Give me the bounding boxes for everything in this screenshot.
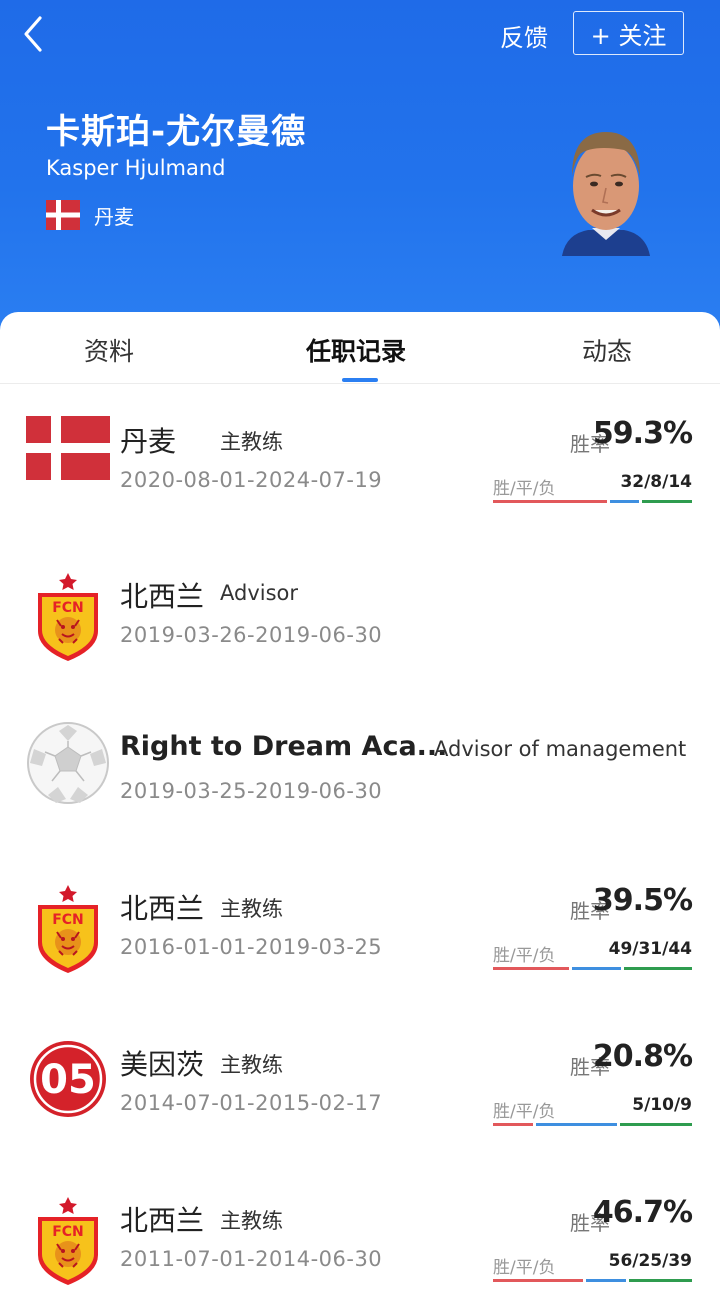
role-label: 主教练 [220, 1053, 283, 1077]
wdl-label: 胜/平/负 [493, 946, 556, 966]
career-record[interactable]: 05 美因茨 主教练 2014-07-01-2015-02-17 胜率 20.8… [0, 1039, 720, 1159]
back-button[interactable] [18, 14, 54, 54]
win-segment [493, 1123, 534, 1126]
active-tab-indicator [342, 378, 378, 382]
wdl-label: 胜/平/负 [493, 1258, 556, 1278]
draw-segment [536, 1123, 617, 1126]
denmark-flag-icon [46, 200, 80, 230]
soccer-ball-icon [26, 722, 110, 811]
win-segment [493, 967, 570, 970]
chevron-left-icon [24, 16, 42, 52]
fc-nordsjaelland-crest-icon [26, 1195, 110, 1286]
win-rate-value: 39.5% [592, 883, 693, 918]
tab-bar: 资料 任职记录 动态 [0, 312, 720, 384]
career-record[interactable]: 北西兰 主教练 2016-01-01-2019-03-25 胜率 39.5% 胜… [0, 883, 720, 1003]
wdl-bar [493, 500, 692, 503]
team-name: 北西兰 [120, 1204, 205, 1237]
wdl-value: 56/25/39 [608, 1251, 692, 1271]
team-name: Right to Dream Aca... [120, 731, 448, 762]
tab-news[interactable]: 动态 [582, 332, 632, 368]
wdl-bar [493, 1279, 692, 1282]
fc-nordsjaelland-crest-icon [26, 571, 110, 662]
tenure-dates: 2016-01-01-2019-03-25 [120, 935, 383, 959]
svg-text:05: 05 [40, 1057, 96, 1103]
career-record[interactable]: 丹麦 主教练 2020-08-01-2024-07-19 胜率 59.3% 胜/… [0, 416, 720, 536]
career-record[interactable]: 北西兰 Advisor 2019-03-26-2019-06-30 [0, 571, 720, 691]
role-label: 主教练 [220, 430, 283, 454]
role-label: 主教练 [220, 1209, 283, 1233]
follow-button[interactable]: + 关注 [573, 11, 684, 55]
fc-nordsjaelland-crest-icon [26, 883, 110, 974]
tenure-dates: 2011-07-01-2014-06-30 [120, 1247, 383, 1271]
wdl-label: 胜/平/负 [493, 479, 556, 499]
tenure-dates: 2020-08-01-2024-07-19 [120, 468, 383, 492]
role-label: Advisor of management [434, 737, 687, 761]
career-record[interactable]: 北西兰 主教练 2011-07-01-2014-06-30 胜率 46.7% 胜… [0, 1195, 720, 1304]
content-panel: 资料 任职记录 动态 丹麦 主教练 2020-08-01-2024-07-19 … [0, 312, 720, 1304]
role-label: Advisor [220, 581, 299, 605]
draw-segment [610, 500, 639, 503]
tenure-dates: 2019-03-26-2019-06-30 [120, 623, 383, 647]
coach-name-chinese: 卡斯珀-尤尔曼德 [46, 112, 307, 152]
win-segment [493, 500, 608, 503]
team-name: 丹麦 [120, 425, 177, 458]
win-rate-value: 20.8% [592, 1039, 693, 1074]
win-rate-value: 59.3% [592, 416, 693, 451]
wdl-bar [493, 1123, 692, 1126]
tab-profile[interactable]: 资料 [84, 332, 134, 368]
tenure-dates: 2019-03-25-2019-06-30 [120, 779, 383, 803]
loss-segment [619, 1123, 692, 1126]
loss-segment [629, 1279, 692, 1282]
win-segment [493, 1279, 584, 1282]
nationality-label: 丹麦 [94, 204, 134, 229]
win-rate-value: 46.7% [592, 1195, 693, 1230]
team-name: 北西兰 [120, 892, 205, 925]
team-name: 美因茨 [120, 1048, 205, 1081]
tab-career[interactable]: 任职记录 [306, 332, 406, 368]
team-name: 北西兰 [120, 580, 205, 613]
wdl-value: 32/8/14 [620, 472, 692, 492]
loss-segment [641, 500, 692, 503]
feedback-link[interactable]: 反馈 [500, 18, 548, 53]
mainz-05-crest-icon: 05 [26, 1039, 110, 1123]
coach-avatar [558, 124, 654, 256]
coach-name-english: Kasper Hjulmand [46, 156, 226, 180]
draw-segment [572, 967, 621, 970]
draw-segment [586, 1279, 627, 1282]
wdl-label: 胜/平/负 [493, 1102, 556, 1122]
wdl-value: 5/10/9 [632, 1095, 692, 1115]
nationality: 丹麦 [46, 200, 134, 230]
career-record[interactable]: Right to Dream Aca... Advisor of managem… [0, 722, 720, 847]
tenure-dates: 2014-07-01-2015-02-17 [120, 1091, 383, 1115]
coach-header: 反馈 + 关注 卡斯珀-尤尔曼德 Kasper Hjulmand 丹麦 [0, 0, 720, 340]
loss-segment [623, 967, 692, 970]
denmark-flag-icon [26, 416, 110, 500]
wdl-bar [493, 967, 692, 970]
wdl-value: 49/31/44 [608, 939, 692, 959]
role-label: 主教练 [220, 897, 283, 921]
